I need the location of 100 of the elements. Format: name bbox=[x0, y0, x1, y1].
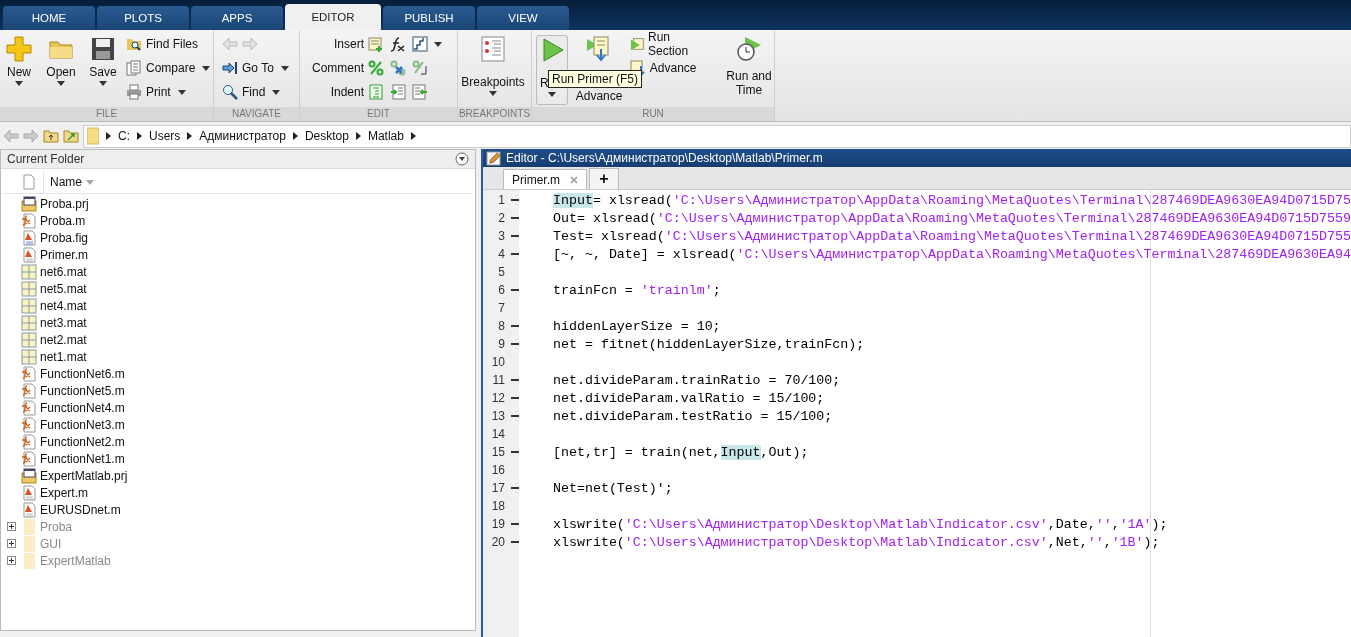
code-line: Test= xlsread('C:\Users\Администратор\AppData\Roaming\MetaQuotes\Terminal\287469DEA9630EA94D0715D755 bbox=[553, 228, 1351, 244]
ribbon-tab[interactable]: PUBLISH bbox=[383, 6, 475, 30]
executable-line-mark[interactable] bbox=[511, 397, 520, 399]
file-name[interactable]: Proba.prj bbox=[40, 196, 89, 211]
comment-icon[interactable] bbox=[368, 60, 384, 76]
breakpoints-button[interactable]: Breakpoints bbox=[458, 35, 528, 107]
new-button[interactable]: New bbox=[0, 35, 38, 107]
executable-line-mark[interactable] bbox=[511, 415, 520, 417]
run-and-advance-label[interactable]: Advance bbox=[575, 89, 623, 103]
insert-section-icon[interactable] bbox=[368, 36, 384, 52]
new-tab-button[interactable]: + bbox=[589, 168, 620, 189]
file-name[interactable]: Proba bbox=[40, 519, 73, 534]
file-name[interactable]: net4.mat bbox=[40, 298, 87, 313]
caret-icon bbox=[202, 65, 211, 71]
file-name[interactable]: GUI bbox=[40, 536, 62, 551]
file-name[interactable]: net6.mat bbox=[40, 264, 87, 279]
file-name[interactable]: Expert.m bbox=[40, 485, 88, 500]
line-number: 20 bbox=[490, 535, 506, 549]
executable-line-mark[interactable] bbox=[511, 199, 520, 201]
executable-line-mark[interactable] bbox=[511, 217, 520, 219]
file-name[interactable]: FunctionNet3.m bbox=[40, 417, 125, 432]
tooltip: Run Primer (F5) bbox=[548, 70, 642, 88]
executable-line-mark[interactable] bbox=[511, 235, 520, 237]
save-button[interactable]: Save bbox=[84, 35, 122, 107]
file-name[interactable]: Proba.m bbox=[40, 213, 86, 228]
browse-folder-icon[interactable] bbox=[63, 128, 79, 144]
expand-icon[interactable] bbox=[6, 556, 16, 565]
file-name[interactable]: FunctionNet1.m bbox=[40, 451, 125, 466]
line-number: 19 bbox=[490, 517, 506, 531]
name-column-header[interactable]: Name bbox=[43, 171, 94, 193]
group-label: RUN bbox=[532, 107, 774, 121]
executable-line-mark[interactable] bbox=[511, 523, 520, 525]
executable-line-mark[interactable] bbox=[511, 289, 520, 291]
line-number: 17 bbox=[490, 481, 506, 495]
folder-magnifier-icon bbox=[126, 36, 142, 52]
path-segment[interactable]: Matlab bbox=[367, 129, 404, 143]
ribbon-tab[interactable]: HOME bbox=[3, 6, 95, 30]
function-file-icon bbox=[21, 416, 37, 433]
file-name[interactable]: FunctionNet5.m bbox=[40, 383, 125, 398]
folder-icon bbox=[87, 127, 99, 145]
go-to-button[interactable]: Go To bbox=[222, 59, 299, 77]
file-name[interactable]: FunctionNet4.m bbox=[40, 400, 125, 415]
expand-icon[interactable] bbox=[6, 539, 16, 548]
increase-indent-icon[interactable] bbox=[390, 84, 406, 100]
find-files-button[interactable]: Find Files bbox=[126, 35, 211, 53]
executable-line-mark[interactable] bbox=[511, 451, 520, 453]
stair-step-icon[interactable] bbox=[412, 36, 428, 52]
panel-title: Current Folder bbox=[7, 152, 85, 166]
file-name[interactable]: net3.mat bbox=[40, 315, 87, 330]
executable-line-mark[interactable] bbox=[511, 379, 520, 381]
ribbon-tab[interactable]: PLOTS bbox=[97, 6, 189, 30]
panel-menu-icon[interactable] bbox=[455, 152, 470, 166]
address-field[interactable]: C: Users Администратор Desktop Matlab bbox=[83, 124, 1351, 148]
file-name[interactable]: Proba.fig bbox=[40, 230, 89, 245]
path-segment[interactable]: Users bbox=[149, 129, 181, 143]
documents-icon bbox=[126, 60, 142, 76]
line-number: 1 bbox=[497, 193, 506, 207]
file-name[interactable]: Primer.m bbox=[40, 247, 88, 262]
file-name[interactable]: net5.mat bbox=[40, 281, 87, 296]
line-number: 6 bbox=[497, 283, 506, 297]
file-name[interactable]: net1.mat bbox=[40, 349, 87, 364]
grid-icon bbox=[21, 297, 37, 314]
executable-line-mark[interactable] bbox=[511, 253, 520, 255]
run-and-time-button[interactable]: Run and Time bbox=[724, 35, 774, 107]
group-label: FILE bbox=[0, 107, 213, 121]
executable-line-mark[interactable] bbox=[511, 487, 520, 489]
decrease-indent-icon[interactable] bbox=[412, 84, 428, 100]
file-name[interactable]: ExpertMatlab.prj bbox=[40, 468, 128, 483]
compare-button[interactable]: Compare bbox=[126, 59, 211, 77]
file-name[interactable]: ExpertMatlab bbox=[40, 553, 111, 568]
executable-line-mark[interactable] bbox=[511, 541, 520, 543]
grid-icon bbox=[21, 280, 37, 297]
ribbon-tab[interactable]: EDITOR bbox=[285, 4, 381, 30]
path-segment[interactable]: Desktop bbox=[304, 129, 349, 143]
file-name[interactable]: FunctionNet2.m bbox=[40, 434, 125, 449]
folder-icon bbox=[21, 552, 37, 569]
file-name[interactable]: FunctionNet6.m bbox=[40, 366, 125, 381]
up-folder-icon[interactable] bbox=[43, 128, 59, 144]
path-segment[interactable]: Администратор bbox=[199, 129, 286, 143]
run-section-icon bbox=[629, 36, 645, 52]
uncomment-icon[interactable] bbox=[390, 60, 406, 76]
executable-line-mark[interactable] bbox=[511, 343, 520, 345]
function-file-icon bbox=[21, 450, 37, 467]
grid-icon bbox=[21, 331, 37, 348]
close-icon[interactable] bbox=[570, 175, 579, 184]
expand-icon[interactable] bbox=[6, 522, 16, 531]
open-button[interactable]: Open bbox=[42, 35, 80, 107]
ribbon-tab[interactable]: APPS bbox=[191, 6, 283, 30]
file-name[interactable]: EURUSDnet.m bbox=[40, 502, 121, 517]
wrap-comments-icon[interactable] bbox=[412, 60, 428, 76]
executable-line-mark[interactable] bbox=[511, 325, 520, 327]
function-icon[interactable] bbox=[390, 36, 406, 52]
file-tab[interactable]: Primer.m bbox=[503, 169, 588, 189]
line-number: 13 bbox=[490, 409, 506, 423]
caret-icon[interactable] bbox=[434, 41, 442, 47]
path-segment[interactable]: C: bbox=[118, 129, 130, 143]
find-button[interactable]: Find bbox=[222, 83, 299, 101]
file-name[interactable]: net2.mat bbox=[40, 332, 87, 347]
print-button[interactable]: Print bbox=[126, 83, 211, 101]
ribbon-tab[interactable]: VIEW bbox=[477, 6, 569, 30]
